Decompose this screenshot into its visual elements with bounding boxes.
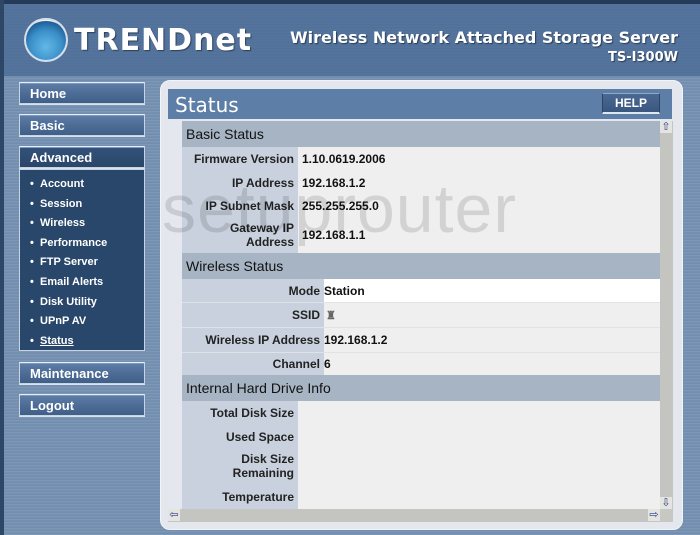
- used-space-label: Used Space: [182, 425, 298, 448]
- submenu-item-session[interactable]: • Session: [30, 195, 144, 215]
- scroll-up-arrow-icon[interactable]: ⇧: [660, 121, 672, 133]
- table-row: Temperature: [182, 484, 660, 509]
- submenu-item-upnp-av[interactable]: • UPnP AV: [30, 312, 144, 332]
- status-content: Basic Status Firmware Version 1.10.0619.…: [182, 121, 660, 509]
- used-space-value: [298, 425, 660, 448]
- page-title: Status: [175, 93, 239, 117]
- table-row: Gateway IP Address 192.168.1.1: [182, 217, 660, 253]
- subnet-mask-label: IP Subnet Mask: [182, 194, 298, 217]
- table-row: Mode Station: [182, 279, 660, 303]
- firmware-version-label: Firmware Version: [182, 147, 298, 171]
- bullet-icon: •: [30, 256, 34, 269]
- frame-edge: [0, 0, 4, 535]
- advanced-submenu: • Account • Session • Wireless • Performance…: [19, 169, 145, 351]
- table-row: SSID ♜: [182, 303, 660, 328]
- submenu-item-status[interactable]: • Status: [30, 332, 144, 352]
- nav-advanced-button[interactable]: Advanced: [19, 146, 145, 168]
- submenu-item-ftp-server[interactable]: • FTP Server: [30, 253, 144, 273]
- bullet-icon: •: [30, 334, 34, 347]
- wireless-ip-value: 192.168.1.2: [324, 333, 388, 347]
- broken-image-icon: ♜: [326, 309, 336, 322]
- table-row: IP Subnet Mask 255.255.255.0: [182, 194, 660, 217]
- bullet-icon: •: [30, 315, 34, 328]
- disk-remaining-label: Disk Size Remaining: [182, 448, 298, 484]
- scroll-down-arrow-icon[interactable]: ⇩: [660, 497, 672, 509]
- table-row: Firmware Version 1.10.0619.2006: [182, 147, 660, 171]
- nav-maintenance-button[interactable]: Maintenance: [19, 362, 145, 384]
- channel-value: 6: [324, 357, 331, 371]
- product-title: Wireless Network Attached Storage Server: [290, 28, 678, 47]
- subnet-mask-value: 255.255.255.0: [302, 198, 379, 213]
- panel-titlebar: [168, 89, 672, 119]
- gateway-ip-value: 192.168.1.1: [302, 228, 366, 242]
- ip-address-label: IP Address: [182, 171, 298, 194]
- ip-address-value: 192.168.1.2: [302, 175, 366, 190]
- horizontal-scrollbar[interactable]: ⇦ ⇨: [168, 509, 660, 522]
- header-banner: TRENDnet Wireless Network Attached Stora…: [4, 0, 700, 76]
- nav-logout-button[interactable]: Logout: [19, 394, 145, 416]
- basic-status-heading: Basic Status: [182, 121, 660, 147]
- product-model: TS-I300W: [608, 50, 678, 65]
- bullet-icon: •: [30, 178, 34, 190]
- gateway-ip-label: Gateway IP Address: [182, 217, 298, 253]
- submenu-item-email-alerts[interactable]: • Email Alerts: [30, 273, 144, 293]
- table-row: Disk Size Remaining: [182, 448, 660, 484]
- table-row: Channel 6: [182, 353, 660, 375]
- scroll-left-arrow-icon[interactable]: ⇦: [168, 509, 180, 521]
- table-row: Used Space: [182, 425, 660, 448]
- submenu-item-performance[interactable]: • Performance: [30, 234, 144, 254]
- firmware-version-value: 1.10.0619.2006: [302, 152, 386, 166]
- table-row: Wireless IP Address 192.168.1.2: [182, 328, 660, 353]
- trendnet-logo-icon: [24, 18, 68, 62]
- submenu-item-wireless[interactable]: • Wireless: [30, 214, 144, 234]
- brand-name: TRENDnet: [74, 22, 253, 58]
- ssid-value: ♜: [324, 303, 660, 327]
- bullet-icon: •: [30, 275, 34, 288]
- help-button[interactable]: HELP: [602, 93, 660, 114]
- disk-info-heading: Internal Hard Drive Info: [182, 375, 660, 401]
- mode-label: Mode: [182, 279, 324, 302]
- temperature-label: Temperature: [182, 484, 298, 509]
- temperature-value: [298, 484, 660, 509]
- channel-label: Channel: [182, 353, 324, 375]
- nav-basic-button[interactable]: Basic: [19, 114, 145, 136]
- bullet-icon: •: [30, 217, 34, 230]
- wireless-ip-label: Wireless IP Address: [182, 328, 324, 352]
- table-row: IP Address 192.168.1.2: [182, 171, 660, 194]
- disk-remaining-value: [298, 448, 660, 484]
- ssid-label: SSID: [182, 303, 324, 327]
- scroll-right-arrow-icon[interactable]: ⇨: [648, 509, 660, 521]
- submenu-item-disk-utility[interactable]: • Disk Utility: [30, 293, 144, 313]
- table-row: Total Disk Size: [182, 401, 660, 425]
- header-top-edge: [0, 0, 700, 4]
- submenu-item-account[interactable]: • Account: [30, 175, 144, 195]
- total-disk-size-label: Total Disk Size: [182, 401, 298, 425]
- scrollbar-corner: [660, 509, 673, 522]
- nav-home-button[interactable]: Home: [19, 82, 145, 104]
- bullet-icon: •: [30, 295, 34, 308]
- wireless-status-heading: Wireless Status: [182, 253, 660, 279]
- bullet-icon: •: [30, 197, 34, 210]
- vertical-scrollbar[interactable]: ⇧ ⇩: [660, 121, 673, 509]
- trendnet-logo: TRENDnet: [24, 18, 252, 62]
- mode-value: Station: [324, 279, 660, 302]
- bullet-icon: •: [30, 236, 34, 249]
- total-disk-size-value: [298, 401, 660, 425]
